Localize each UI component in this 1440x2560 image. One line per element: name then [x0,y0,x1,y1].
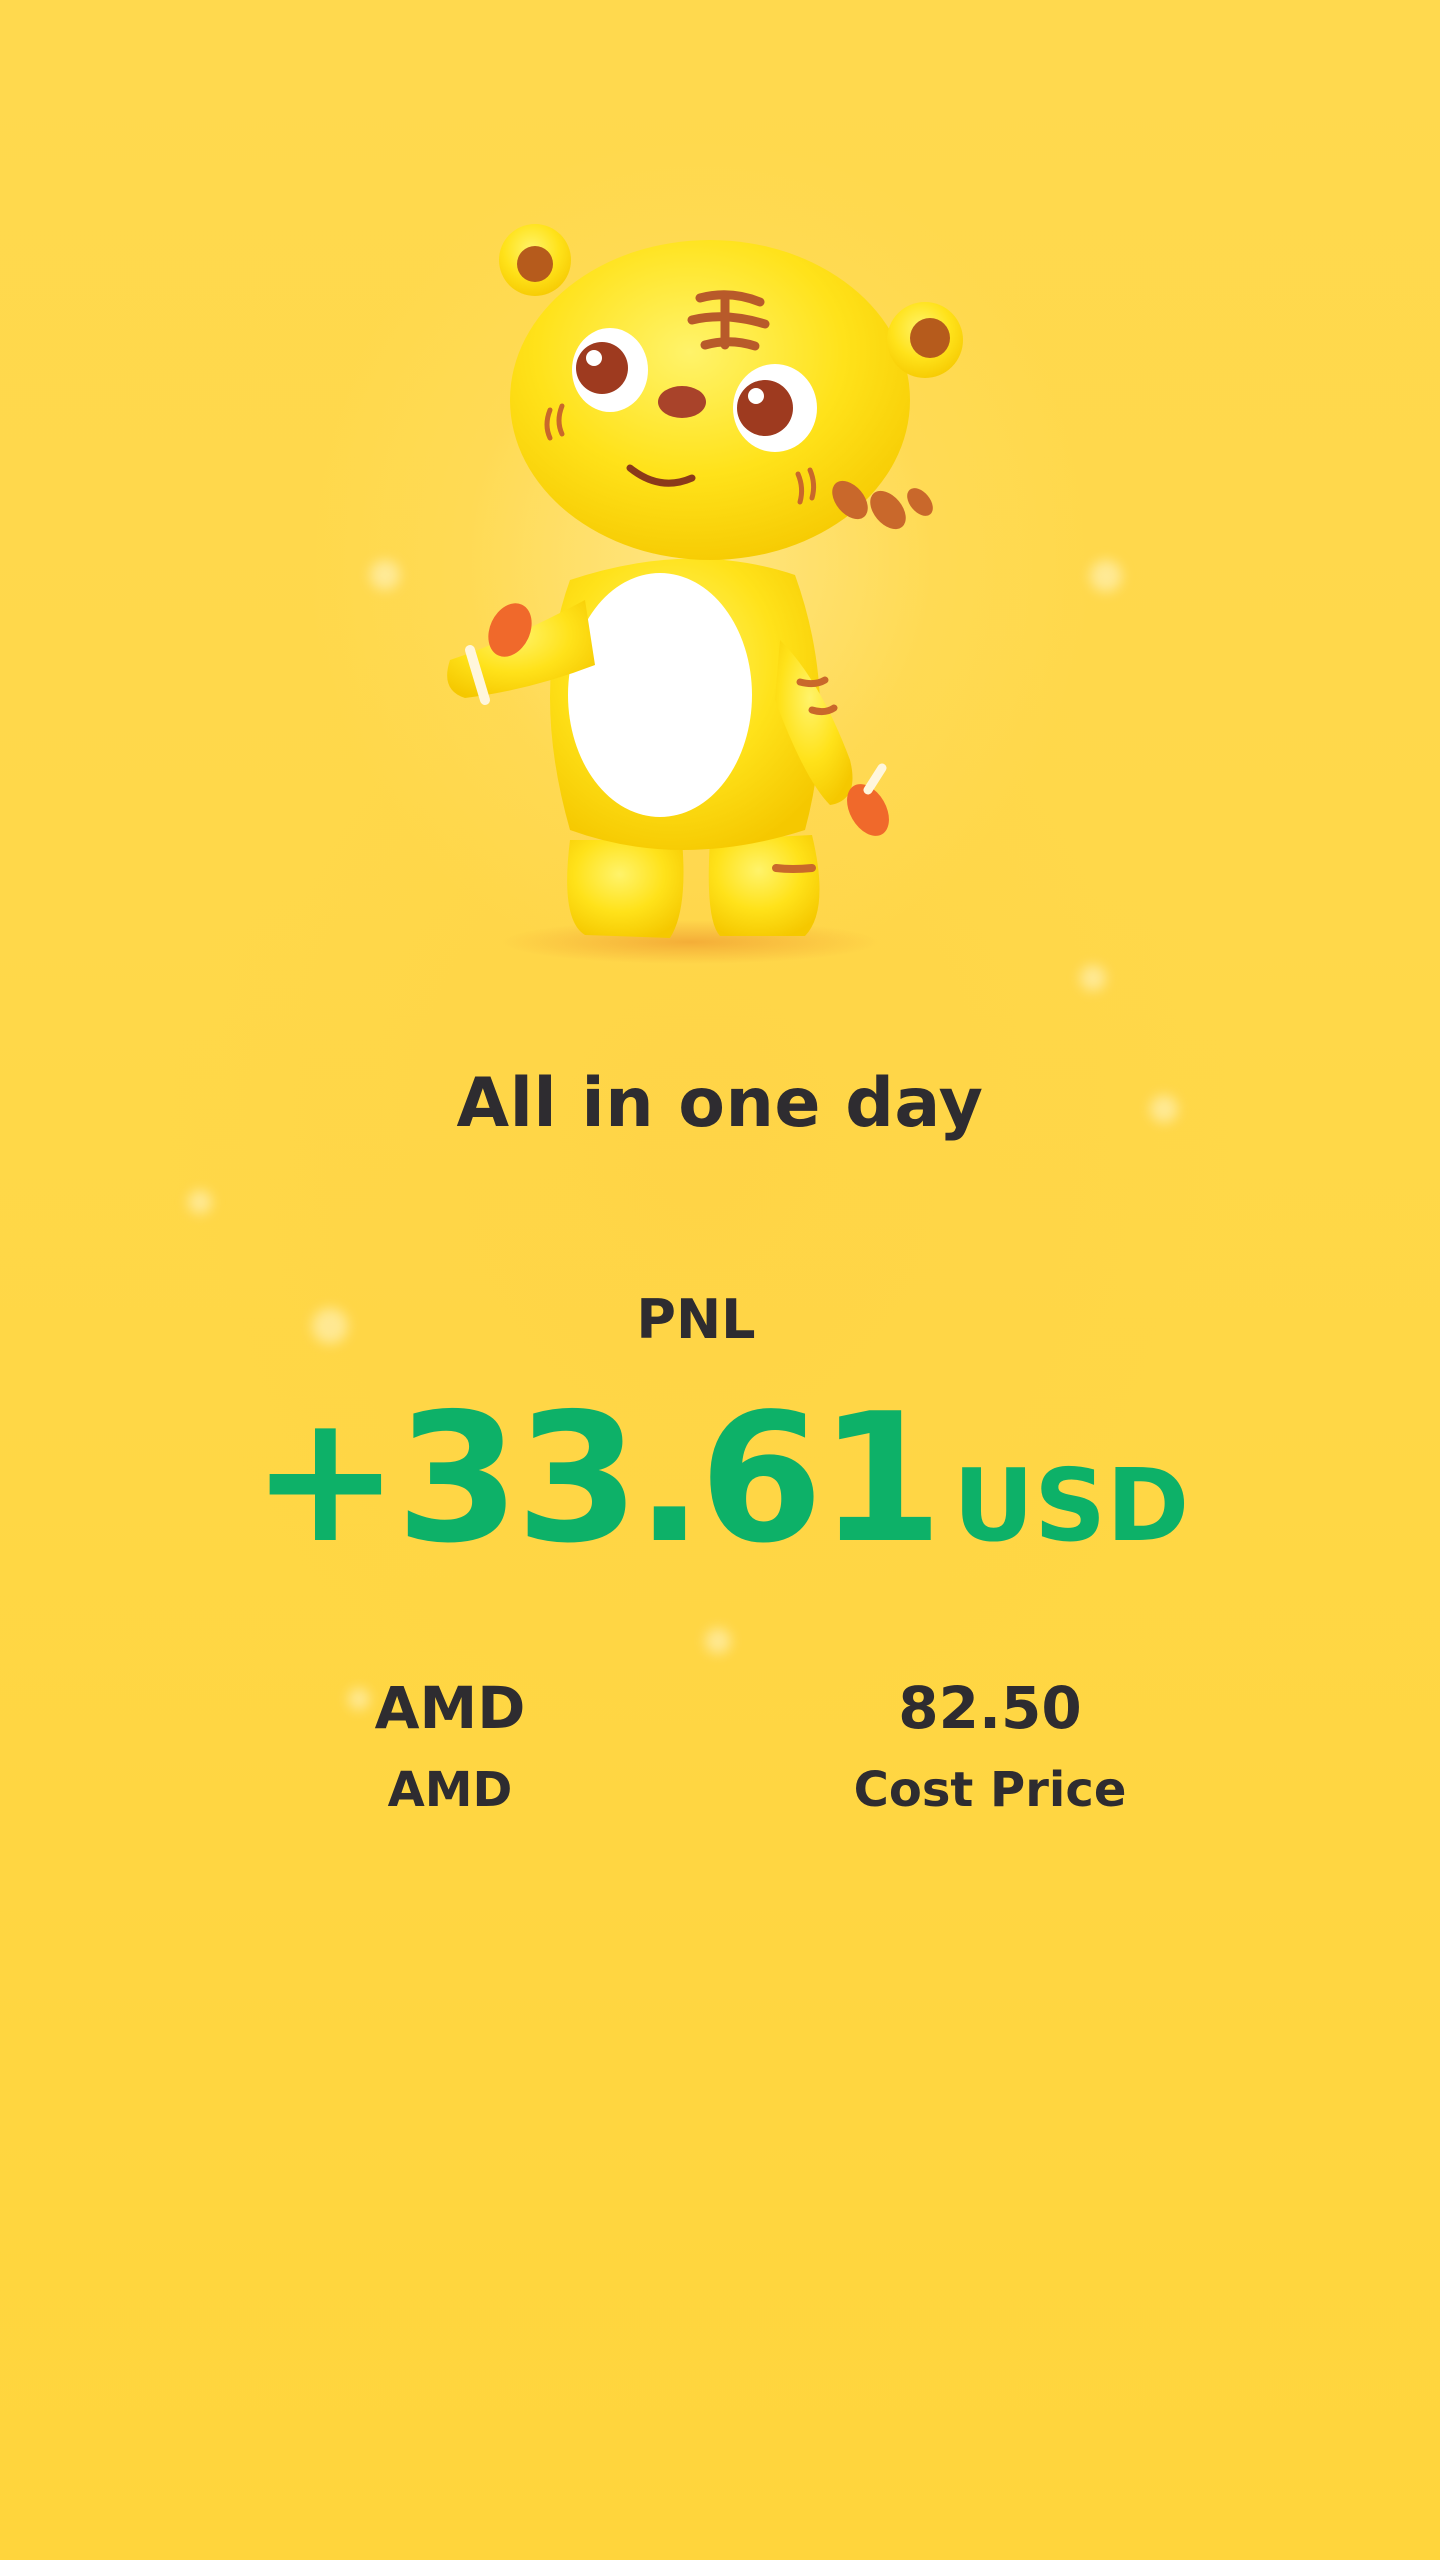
background-sparkle [370,560,400,590]
cost-price-value: 82.50 [898,1674,1082,1742]
background-sparkle [705,1628,731,1654]
symbol-label: AMD [387,1762,513,1818]
background-sparkle [1080,965,1106,991]
pnl-currency: USD [952,1447,1190,1564]
cost-price-label: Cost Price [853,1762,1127,1818]
pnl-label: PNL [636,1288,756,1351]
cost-price-stat: 82.50 Cost Price [790,1672,1190,1820]
tiger-mascot-icon [447,224,963,964]
background-sparkle [188,1190,212,1214]
pnl-amount: +33.61 [250,1375,943,1582]
page-title: All in one day [456,1064,984,1143]
symbol-stat: AMD AMD [250,1672,650,1820]
symbol-value: AMD [374,1674,526,1742]
background-sparkle [1090,560,1122,592]
share-card: All in one day PNL +33.61 USD AMD AMD 82… [0,0,1440,2560]
pnl-value: +33.61 USD [0,1390,1440,1568]
